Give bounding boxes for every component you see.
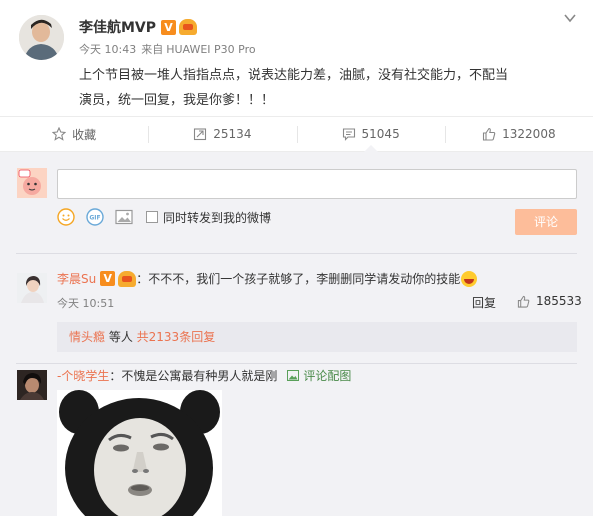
comment-avatar[interactable] xyxy=(17,273,47,303)
laugh-emoji-icon xyxy=(461,270,478,287)
composer-tools: GIF 同时转发到我的微博 xyxy=(57,208,271,226)
comment-button[interactable]: 51045 xyxy=(296,117,445,152)
repost-count: 25134 xyxy=(213,127,252,141)
comment-text-row: -个晓学生 ： 不愧是公寓最有种男人就是刚 评论配图 xyxy=(57,367,351,384)
comment-count: 51045 xyxy=(361,127,400,141)
comment-separator: ： xyxy=(109,369,122,383)
comment-username[interactable]: -个晓学生 xyxy=(57,367,109,384)
comment-like-button[interactable]: 185533 xyxy=(517,294,582,308)
my-avatar[interactable] xyxy=(17,168,47,198)
comment-separator: ： xyxy=(136,272,149,286)
repost-icon xyxy=(194,128,207,141)
chevron-down-icon[interactable] xyxy=(564,12,576,24)
repost-label[interactable]: 同时转发到我的微博 xyxy=(163,209,271,226)
post-device[interactable]: HUAWEI P30 Pro xyxy=(166,43,255,56)
divider xyxy=(16,253,577,254)
sub-reply-user[interactable]: 情头瘾 xyxy=(69,330,105,344)
like-icon xyxy=(483,127,496,141)
repost-button[interactable]: 25134 xyxy=(148,117,296,151)
comment-text: 不愧是公寓最有种男人就是刚 xyxy=(121,369,278,383)
like-count: 1322008 xyxy=(502,127,556,141)
divider xyxy=(16,363,577,364)
image-icon[interactable] xyxy=(115,208,133,226)
author-name-row: 李佳航MVP V xyxy=(79,17,198,37)
comment-reply-button[interactable]: 回复 xyxy=(472,294,496,311)
sub-reply-total[interactable]: 共2133条回复 xyxy=(137,330,216,344)
post-source-prefix: 来自 xyxy=(141,43,164,56)
comment-time: 今天 10:51 xyxy=(57,297,115,310)
weibo-post: 李佳航MVP V 今天 10:43 来自 HUAWEI P30 Pro 上个节目被一… xyxy=(0,0,593,115)
comment-image[interactable] xyxy=(57,390,222,516)
member-crown-icon xyxy=(179,19,198,35)
comment-input[interactable] xyxy=(57,169,577,199)
submit-comment-button[interactable]: 评论 xyxy=(515,209,577,235)
favorite-button[interactable]: 收藏 xyxy=(0,117,148,151)
verified-badge: V xyxy=(100,271,116,286)
picture-icon xyxy=(287,370,300,381)
comment-text: 不不不，我们一个孩子就够了，李删删同学请发动你的技能 xyxy=(148,272,461,286)
comment-like-count: 185533 xyxy=(536,294,582,308)
svg-text:GIF: GIF xyxy=(89,215,100,222)
repost-checkbox[interactable] xyxy=(146,211,158,223)
post-action-bar: 收藏 25134 51045 1322008 xyxy=(0,116,593,152)
star-icon xyxy=(52,127,67,141)
member-crown-icon xyxy=(118,270,137,287)
comment-icon xyxy=(342,128,355,141)
emoji-icon[interactable] xyxy=(57,208,75,226)
comment-pic-link[interactable]: 评论配图 xyxy=(303,367,351,384)
comment-avatar[interactable] xyxy=(17,370,47,400)
comment-username[interactable]: 李晨Su xyxy=(57,270,96,287)
author-avatar[interactable] xyxy=(19,15,64,60)
like-button[interactable]: 1322008 xyxy=(444,117,593,151)
verified-badge: V xyxy=(161,19,177,35)
post-text: 上个节目被一堆人指指点点，说表达能力差，油腻，没有社交能力，不配当演员，统一回复… xyxy=(79,68,509,108)
sub-reply-middle: 等人 xyxy=(105,330,137,344)
gif-icon[interactable]: GIF xyxy=(86,208,104,226)
post-time[interactable]: 今天 10:43 xyxy=(79,43,136,56)
comments-section: GIF 同时转发到我的微博 评论 李晨Su V ： 不不不，我们一个孩子就够了，… xyxy=(0,152,593,516)
comment-text-row: 李晨Su V ： 不不不，我们一个孩子就够了，李删删同学请发动你的技能 xyxy=(57,270,478,287)
sub-replies-summary[interactable]: 情头瘾 等人 共2133条回复 xyxy=(57,322,577,352)
post-meta: 今天 10:43 来自 HUAWEI P30 Pro xyxy=(79,41,261,57)
like-icon xyxy=(517,295,530,308)
favorite-label: 收藏 xyxy=(72,127,97,142)
author-name[interactable]: 李佳航MVP xyxy=(79,17,156,37)
